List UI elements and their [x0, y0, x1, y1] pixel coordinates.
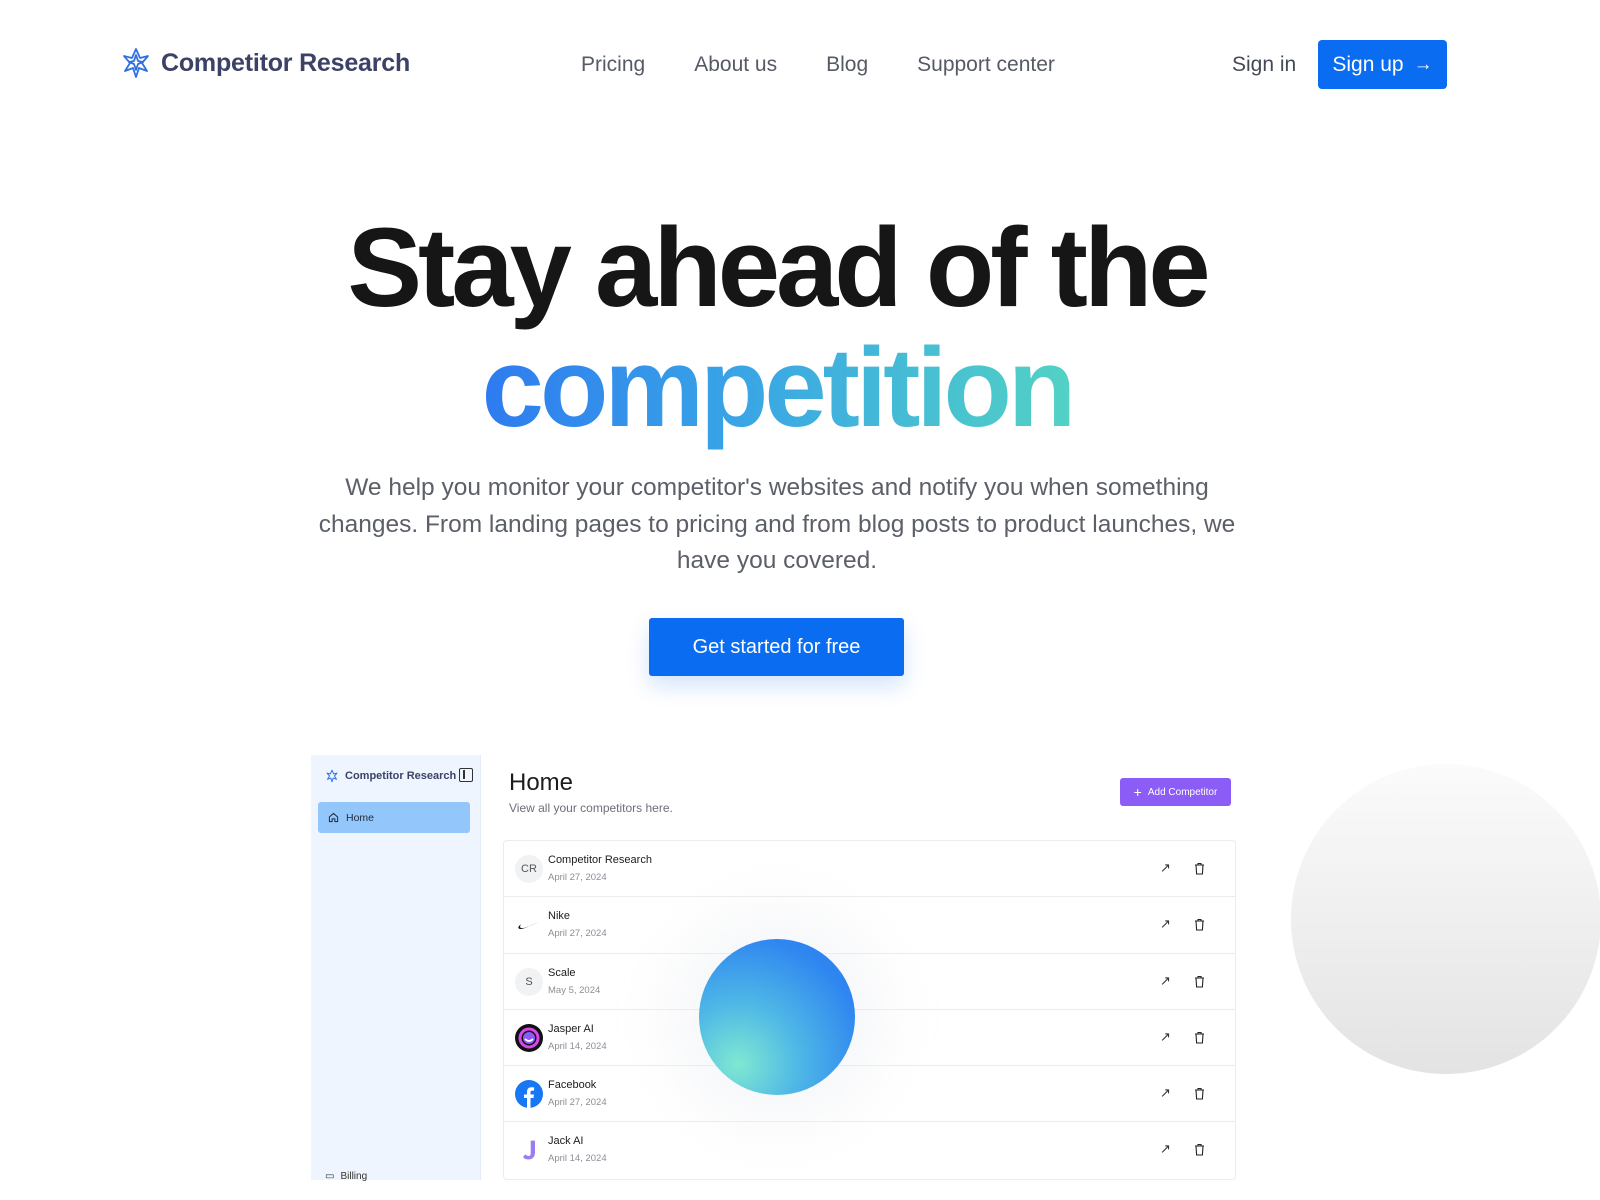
- trash-icon[interactable]: [1194, 862, 1205, 875]
- swoosh-icon: [515, 911, 543, 939]
- list-item[interactable]: Jasper AI April 14, 2024 ↗: [504, 1010, 1235, 1067]
- page-title: Home: [509, 769, 574, 796]
- avatar: S: [515, 967, 543, 996]
- sidebar-item-billing-label: Billing: [340, 1171, 368, 1182]
- nav-link-support-center[interactable]: Support center: [917, 53, 1055, 77]
- app-sidebar: Competitor Research Home ▭ Billing: [311, 755, 481, 1182]
- competitor-name: Competitor Research: [548, 854, 652, 866]
- credit-card-icon: ▭: [325, 1171, 335, 1182]
- external-link-icon[interactable]: ↗: [1160, 1029, 1171, 1045]
- gradient-orb-decoration: [699, 939, 855, 1095]
- nav-link-blog[interactable]: Blog: [826, 53, 868, 77]
- competitor-date: April 27, 2024: [548, 1097, 607, 1109]
- brand-logo[interactable]: Competitor Research: [121, 46, 410, 80]
- trash-icon[interactable]: [1194, 1087, 1205, 1100]
- nav-link-pricing[interactable]: Pricing: [581, 53, 645, 77]
- gray-sphere-decoration: [1291, 764, 1600, 1074]
- list-item[interactable]: CR Competitor Research April 27, 2024 ↗: [504, 841, 1235, 898]
- hero-title-line1: Stay ahead of the: [347, 205, 1210, 330]
- get-started-button[interactable]: Get started for free: [649, 618, 904, 676]
- list-item[interactable]: S Scale May 5, 2024 ↗: [504, 954, 1235, 1010]
- competitor-date: April 27, 2024: [548, 928, 607, 940]
- list-item[interactable]: Nike April 27, 2024 ↗: [504, 897, 1235, 954]
- jasper-logo-icon: [515, 1023, 543, 1052]
- sidebar-item-home[interactable]: Home: [318, 802, 470, 833]
- list-item[interactable]: Facebook April 27, 2024 ↗: [504, 1066, 1235, 1123]
- top-navigation: Competitor Research Pricing About us Blo…: [0, 0, 1600, 130]
- app-sidebar-brand-name: Competitor Research: [345, 770, 457, 782]
- competitor-name: Jasper AI: [548, 1022, 594, 1035]
- external-link-icon[interactable]: ↗: [1160, 860, 1171, 876]
- external-link-icon[interactable]: ↗: [1160, 1141, 1171, 1157]
- add-competitor-label: Add Competitor: [1147, 786, 1218, 798]
- facebook-icon: [515, 1080, 543, 1109]
- nav-link-about-us[interactable]: About us: [694, 53, 777, 77]
- trash-icon[interactable]: [1194, 918, 1205, 931]
- avatar: CR: [515, 855, 543, 883]
- sign-in-link[interactable]: Sign in: [1232, 53, 1296, 77]
- external-link-icon[interactable]: ↗: [1160, 973, 1171, 989]
- hero-title-line2: competition: [481, 325, 1077, 450]
- app-sidebar-brand[interactable]: Competitor Research: [325, 769, 456, 783]
- competitor-date: May 5, 2024: [548, 984, 601, 996]
- external-link-icon[interactable]: ↗: [1160, 916, 1171, 932]
- sidebar-collapse-icon[interactable]: [459, 768, 473, 782]
- sidebar-item-home-label: Home: [346, 811, 375, 824]
- sign-up-button[interactable]: Sign up →: [1318, 40, 1447, 89]
- arrow-right-icon: →: [1413, 53, 1433, 75]
- sign-up-label: Sign up: [1332, 52, 1404, 76]
- competitor-name: Nike: [548, 910, 571, 923]
- sidebar-item-billing[interactable]: ▭ Billing: [325, 1171, 367, 1182]
- competitor-date: April 27, 2024: [548, 872, 607, 883]
- nav-links: Pricing About us Blog Support center: [581, 53, 1055, 77]
- page-subtitle: View all your competitors here.: [509, 801, 673, 815]
- logo-icon: [123, 48, 149, 78]
- competitor-name: Scale: [548, 966, 576, 979]
- plus-icon: +: [1133, 784, 1142, 800]
- home-icon: [328, 812, 339, 823]
- competitor-name: Jack AI: [548, 1135, 584, 1148]
- competitor-date: April 14, 2024: [548, 1040, 607, 1052]
- competitor-date: April 14, 2024: [548, 1153, 607, 1165]
- logo-icon: [326, 769, 338, 783]
- list-item[interactable]: Jack AI April 14, 2024 ↗: [504, 1122, 1235, 1178]
- trash-icon[interactable]: [1194, 975, 1205, 988]
- add-competitor-button[interactable]: + Add Competitor: [1120, 778, 1231, 806]
- external-link-icon[interactable]: ↗: [1160, 1085, 1171, 1101]
- trash-icon[interactable]: [1194, 1031, 1205, 1044]
- trash-icon[interactable]: [1194, 1143, 1205, 1157]
- hero-title: Stay ahead of the competition: [0, 208, 1554, 448]
- jack-logo-icon: [515, 1136, 543, 1164]
- hero-subtitle: We help you monitor your competitor's we…: [318, 474, 1236, 574]
- competitor-list: CR Competitor Research April 27, 2024 ↗ …: [503, 840, 1236, 1180]
- competitor-name: Facebook: [548, 1079, 597, 1092]
- brand-name: Competitor Research: [161, 48, 411, 77]
